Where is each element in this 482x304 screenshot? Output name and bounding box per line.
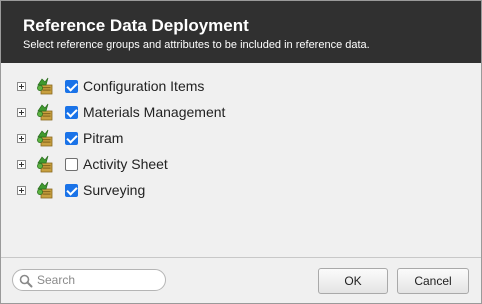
tree-item-checkbox[interactable] [65,106,78,119]
cancel-button[interactable]: Cancel [397,268,469,294]
reference-group-icon [37,181,53,199]
tree-item-label: Surveying [83,182,146,198]
tree-item-label: Pitram [83,130,124,146]
search-box[interactable] [12,269,166,291]
dialog-header: Reference Data Deployment Select referen… [1,1,481,63]
reference-group-tree: Configuration Items Materials Management… [1,63,481,206]
reference-group-icon [37,155,53,173]
tree-row[interactable]: Pitram [1,128,481,154]
tree-item-checkbox[interactable] [65,132,78,145]
tree-row[interactable]: Surveying [1,180,481,206]
expand-plus-icon[interactable] [17,134,26,143]
expand-plus-icon[interactable] [17,186,26,195]
expand-plus-icon[interactable] [17,82,26,91]
reference-data-deployment-dialog: Reference Data Deployment Select referen… [0,0,482,304]
search-input[interactable] [37,272,157,288]
tree-row[interactable]: Activity Sheet [1,154,481,180]
search-icon [19,274,33,288]
dialog-subtitle: Select reference groups and attributes t… [23,39,370,51]
tree-item-label: Configuration Items [83,78,205,94]
dialog-title: Reference Data Deployment [23,16,249,35]
tree-row[interactable]: Materials Management [1,102,481,128]
ok-button[interactable]: OK [318,268,388,294]
tree-item-checkbox[interactable] [65,158,78,171]
reference-group-icon [37,77,53,95]
tree-item-label: Activity Sheet [83,156,168,172]
tree-item-label: Materials Management [83,104,226,120]
reference-group-icon [37,129,53,147]
reference-group-icon [37,103,53,121]
tree-item-checkbox[interactable] [65,80,78,93]
tree-row[interactable]: Configuration Items [1,76,481,102]
dialog-footer: OK Cancel [1,257,481,303]
expand-plus-icon[interactable] [17,160,26,169]
expand-plus-icon[interactable] [17,108,26,117]
tree-item-checkbox[interactable] [65,184,78,197]
